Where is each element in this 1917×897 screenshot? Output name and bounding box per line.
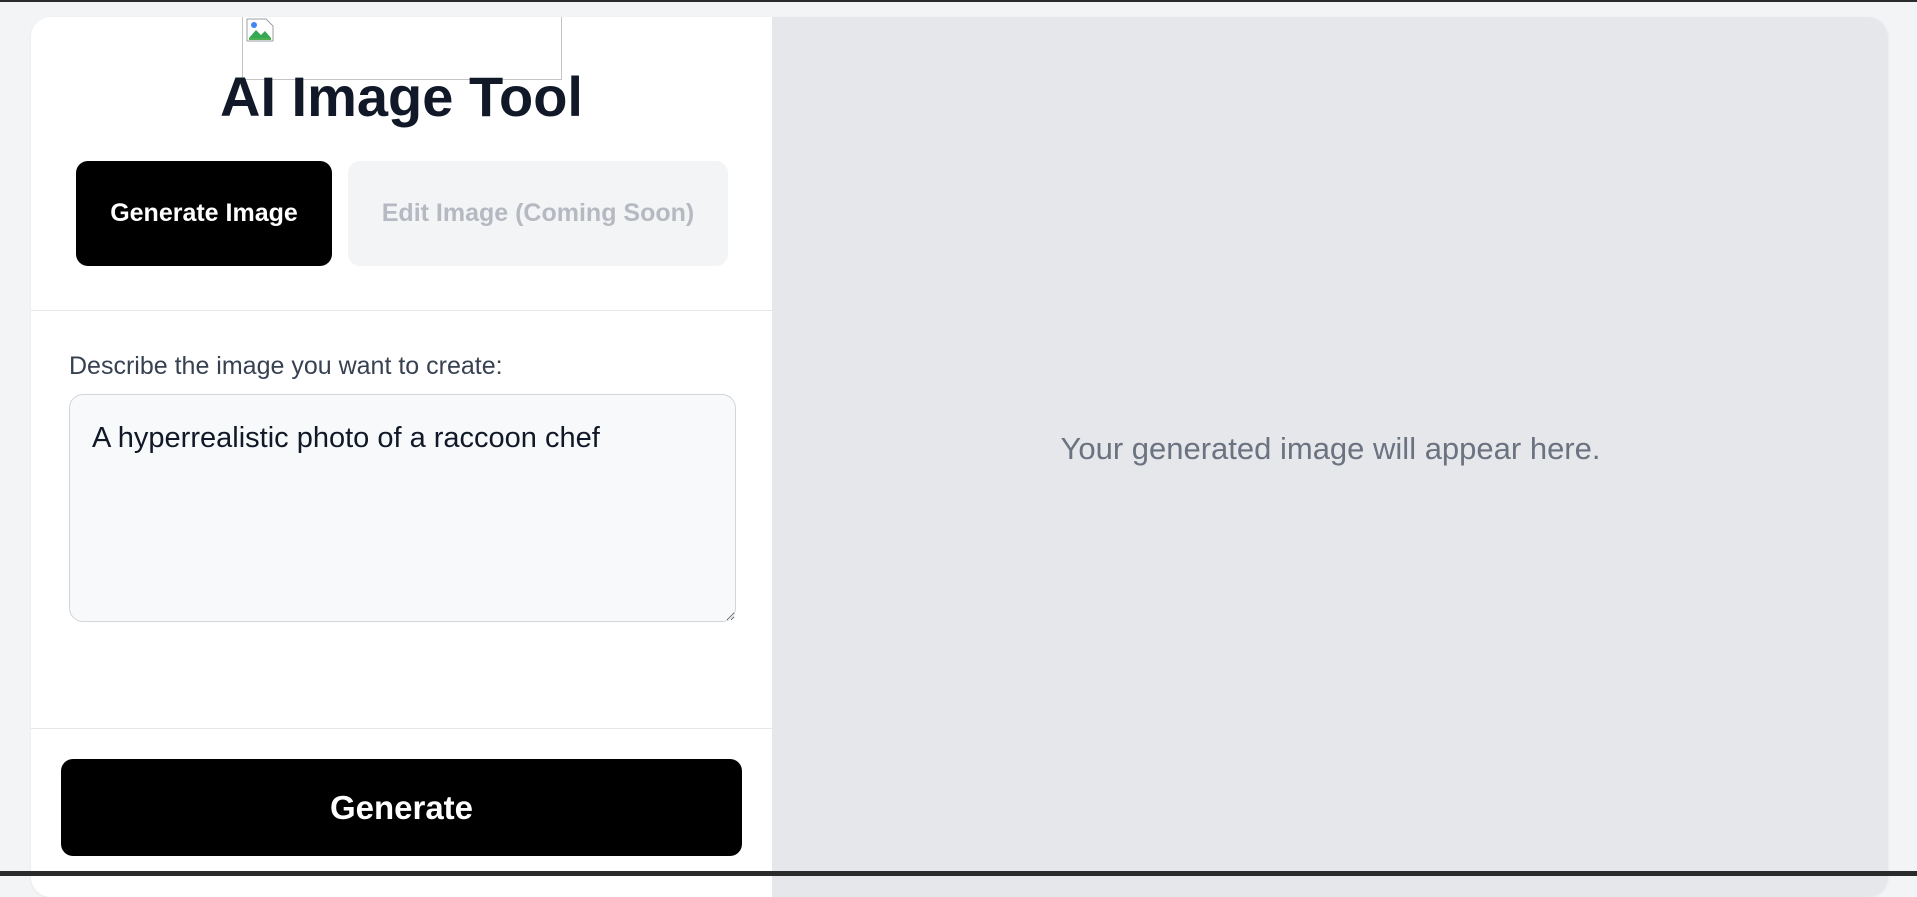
window-bottom-border bbox=[0, 871, 1917, 876]
app-card: AI Image Tool Generate Image Edit Image … bbox=[31, 17, 1888, 897]
prompt-textarea[interactable]: A hyperrealistic photo of a raccoon chef bbox=[69, 394, 736, 622]
divider bbox=[31, 310, 772, 311]
control-panel: AI Image Tool Generate Image Edit Image … bbox=[31, 17, 773, 897]
tab-generate-image[interactable]: Generate Image bbox=[76, 161, 332, 266]
window-top-border bbox=[0, 0, 1917, 2]
broken-image-icon bbox=[246, 18, 274, 42]
page-title: AI Image Tool bbox=[220, 65, 583, 128]
tab-edit-image: Edit Image (Coming Soon) bbox=[348, 161, 728, 266]
divider bbox=[31, 728, 772, 729]
prompt-label: Describe the image you want to create: bbox=[69, 352, 503, 380]
generate-button[interactable]: Generate bbox=[61, 759, 742, 856]
preview-placeholder: Your generated image will appear here. bbox=[1060, 431, 1601, 466]
mode-tabs: Generate Image Edit Image (Coming Soon) bbox=[76, 161, 728, 266]
image-preview-area: Your generated image will appear here. bbox=[773, 17, 1888, 897]
